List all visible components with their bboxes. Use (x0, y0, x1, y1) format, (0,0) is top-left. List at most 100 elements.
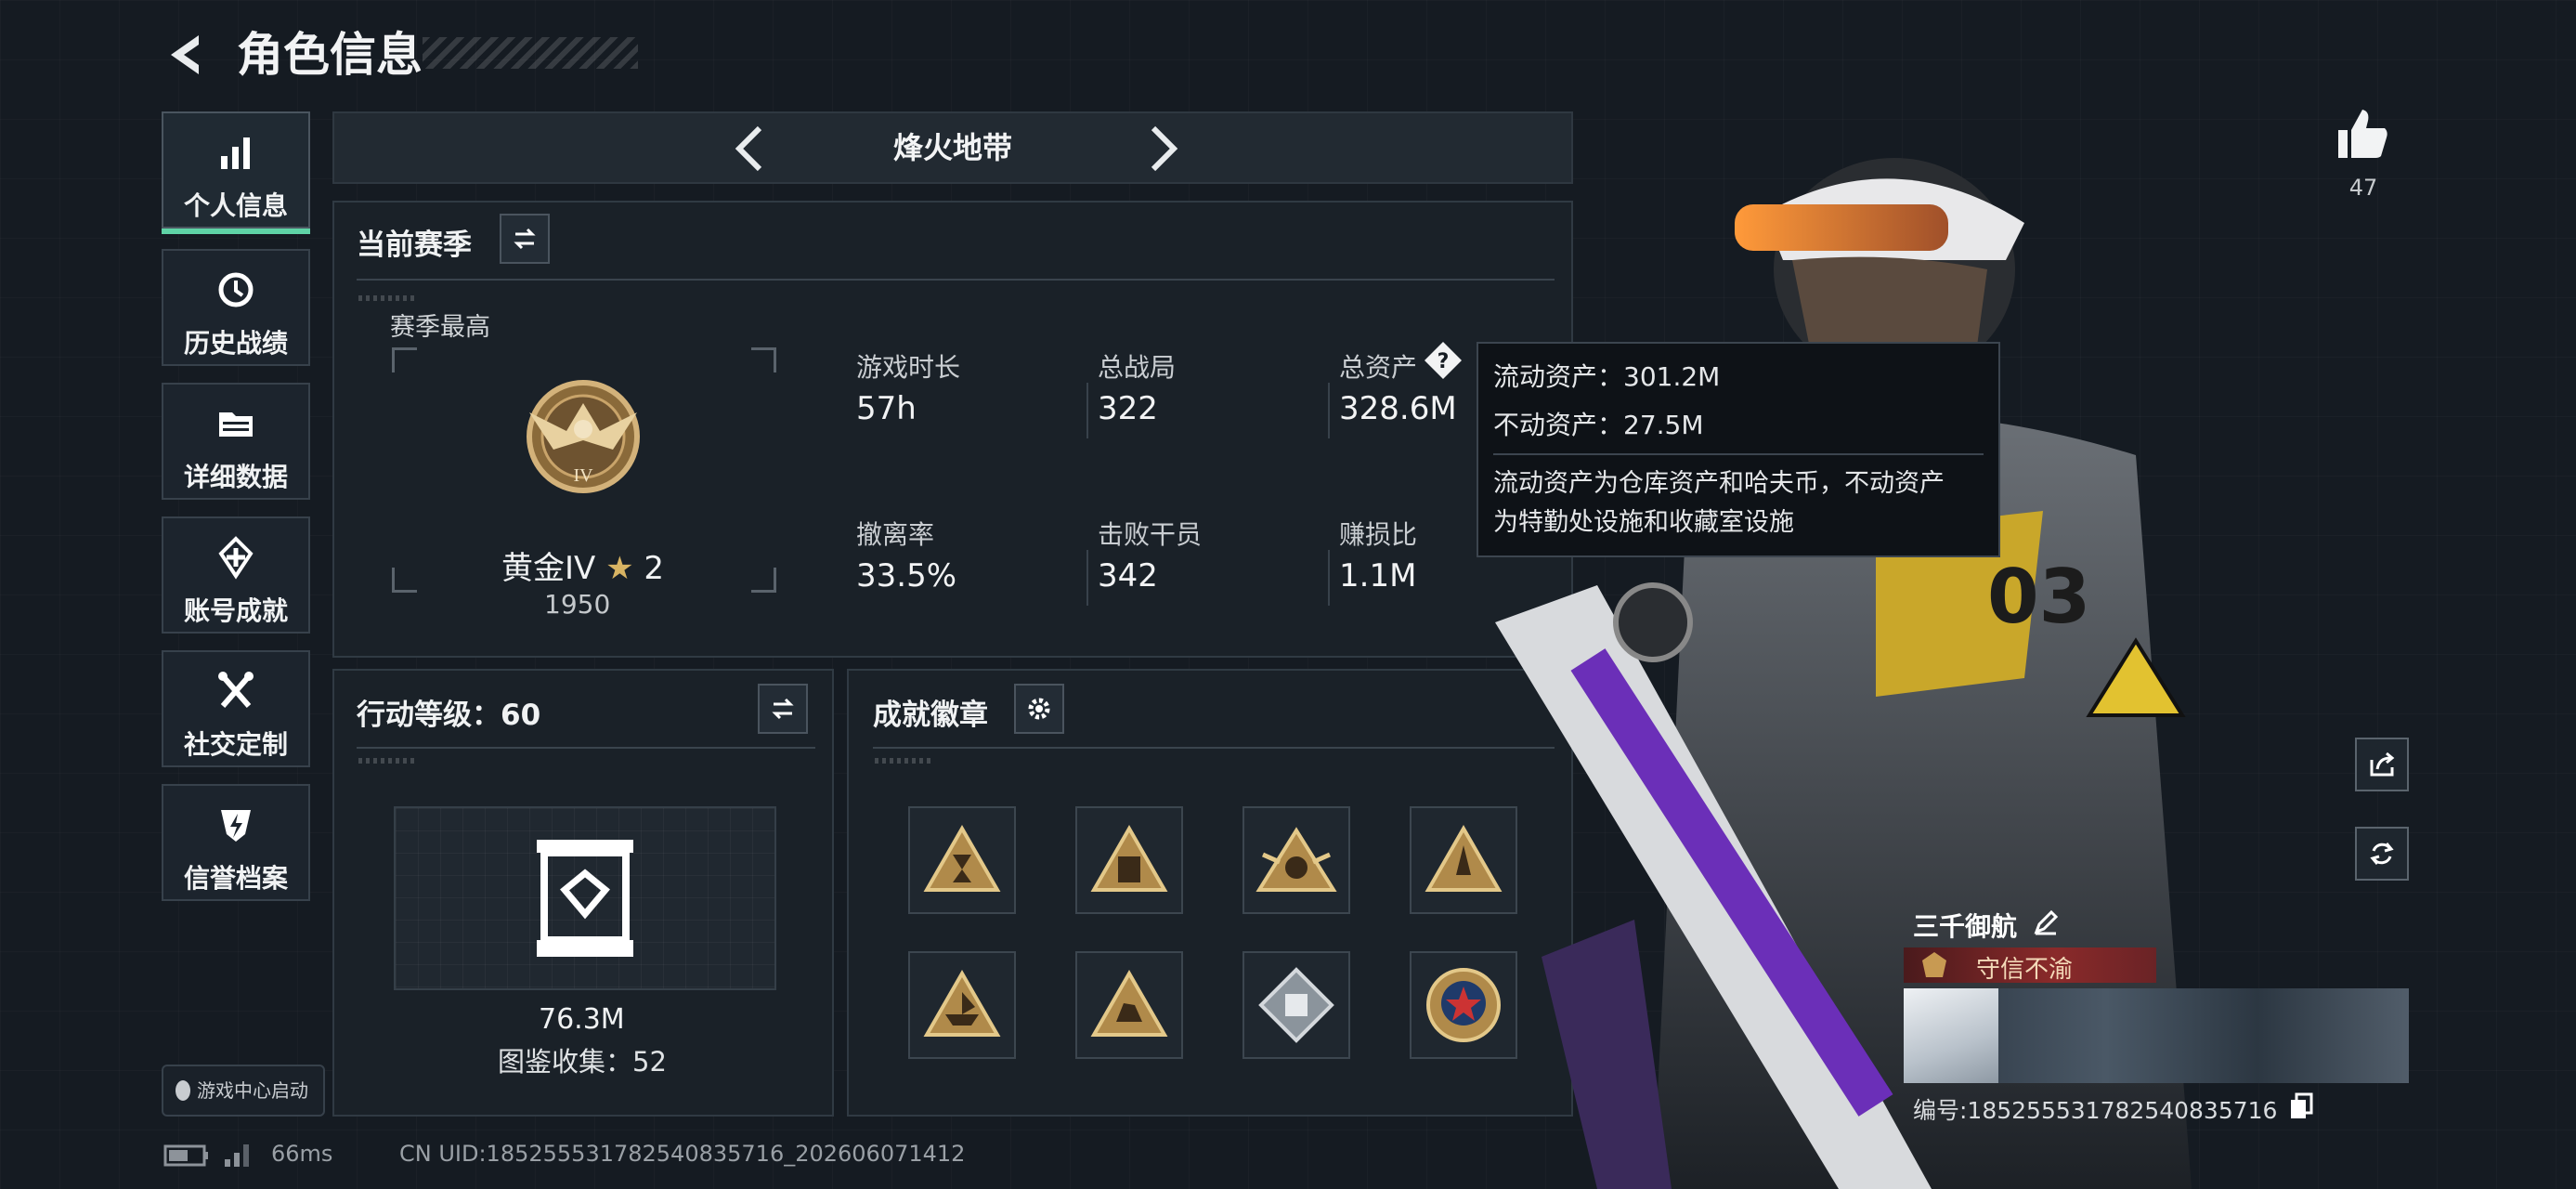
season-title: 当前赛季 (357, 229, 472, 262)
rank-name: 黄金IV (501, 550, 596, 587)
game-center-launch-button[interactable]: 游戏中心启动 (162, 1065, 325, 1117)
signal-icon (225, 1144, 249, 1167)
stat-separator (1328, 550, 1330, 606)
svg-text:?: ? (1438, 350, 1450, 373)
display-case-icon (537, 840, 633, 957)
share-icon (2370, 751, 2395, 777)
badge-diamond-icon (1258, 967, 1334, 1043)
help-icon[interactable]: ? (1423, 340, 1464, 381)
badge-slot[interactable] (908, 951, 1016, 1059)
sidebar-item-label: 社交定制 (183, 729, 288, 760)
tools-icon (218, 672, 254, 708)
star-icon: ★ (605, 550, 634, 587)
stat-label-profit-ratio: 赚损比 (1339, 519, 1418, 550)
sidebar-item-label: 信誉档案 (183, 863, 288, 894)
bar-chart-icon (221, 137, 250, 169)
dots-decoration (358, 758, 414, 764)
chevron-left-icon[interactable] (724, 121, 780, 176)
mode-title: 烽火地带 (892, 130, 1012, 165)
sidebar-item-detail-data[interactable]: 详细数据 (162, 383, 310, 500)
swap-icon (772, 698, 794, 720)
copy-icon[interactable] (2288, 1092, 2314, 1120)
rank-stars: 2 (644, 550, 665, 587)
badge-99-icon (1255, 827, 1337, 892)
mode-selector-bar: 烽火地带 (332, 111, 1573, 184)
thumbs-up-icon[interactable] (2333, 104, 2392, 163)
achievements-settings-button[interactable] (1014, 684, 1064, 734)
svg-text:03: 03 (1987, 554, 2090, 640)
rank-score: 1950 (544, 589, 611, 620)
sidebar-item-label: 账号成就 (183, 595, 288, 626)
action-level-switch-button[interactable] (758, 684, 808, 734)
action-level-title: 行动等级：60 (357, 699, 541, 732)
badge-hourglass-icon (923, 824, 1001, 892)
back-arrow-icon[interactable] (158, 26, 215, 84)
stat-separator (1086, 383, 1088, 438)
action-level-value: 76.3M (539, 1003, 625, 1036)
badge-slot[interactable] (908, 806, 1016, 914)
stat-value-extraction-rate: 33.5% (856, 557, 957, 594)
achievements-title: 成就徽章 (873, 699, 988, 732)
collection-count: 图鉴收集：52 (498, 1046, 667, 1078)
badge-slot[interactable] (1242, 951, 1350, 1059)
sidebar-item-label: 历史战绩 (183, 328, 288, 359)
player-id: 编号:1852555317825408357​16 (1913, 1097, 2278, 1124)
stat-value-operators-defeated: 342 (1098, 557, 1158, 594)
season-switch-button[interactable] (500, 214, 550, 264)
badge-boat-icon (923, 969, 1001, 1037)
avatar[interactable] (1904, 988, 1998, 1083)
shield-bolt-icon (221, 810, 251, 842)
svg-text:IV: IV (573, 465, 593, 486)
tooltip-fixed-assets: 不动资产：27.5M (1493, 410, 1704, 440)
sidebar-item-label: 详细数据 (183, 462, 288, 492)
page-title: 角色信息 (237, 28, 423, 82)
refresh-button[interactable] (2355, 827, 2409, 881)
badge-slot[interactable] (1075, 951, 1183, 1059)
stat-label-playtime: 游戏时长 (856, 352, 961, 383)
gear-icon (1028, 698, 1050, 720)
badge-slot[interactable] (1242, 806, 1350, 914)
swap-icon (514, 228, 536, 250)
gold-rank-emblem-icon: IV (527, 380, 640, 493)
achievement-icon (218, 536, 254, 580)
assets-tooltip: 流动资产：301.2M 不动资产：27.5M 流动资产为仓库资产和哈夫币，不动资… (1477, 342, 2000, 557)
stat-value-total-assets: 328.6M (1339, 390, 1457, 427)
player-title-tag: 守信不渝 (1976, 956, 2074, 984)
game-center-label: 游戏中心启动 (197, 1079, 308, 1102)
title-decoration (423, 37, 638, 69)
edit-pencil-icon[interactable] (2032, 908, 2060, 936)
title-emblem-icon (1922, 952, 1946, 977)
action-level-divider (357, 747, 815, 749)
tooltip-divider (1493, 453, 1984, 455)
player-name: 三千御航 (1913, 911, 2018, 942)
stat-label-operators-defeated: 击败干员 (1098, 519, 1203, 550)
tooltip-liquid-assets: 流动资产：301.2M (1493, 361, 1721, 392)
chevron-right-icon[interactable] (1133, 121, 1189, 176)
folder-icon (219, 412, 253, 437)
achievements-divider (873, 747, 1555, 749)
sidebar-item-social[interactable]: 社交定制 (162, 650, 310, 767)
sidebar-item-reputation[interactable]: 信誉档案 (162, 784, 310, 901)
refresh-icon (2370, 843, 2394, 865)
sidebar-item-personal-info[interactable]: 个人信息 (162, 111, 310, 234)
season-divider (357, 279, 1555, 281)
like-count: 47 (2348, 175, 2378, 201)
penguin-icon (176, 1080, 190, 1101)
tooltip-desc-line1: 流动资产为仓库资产和哈夫币，不动资产 (1493, 469, 1945, 498)
dots-decoration (358, 295, 414, 301)
sidebar-item-achievements[interactable]: 账号成就 (162, 516, 310, 634)
stat-label-extraction-rate: 撤离率 (856, 519, 935, 550)
stat-separator (1086, 550, 1088, 606)
history-icon (218, 272, 254, 307)
stat-separator (1328, 383, 1330, 438)
badge-58-icon (1090, 824, 1168, 892)
sidebar-item-history[interactable]: 历史战绩 (162, 249, 310, 366)
share-button[interactable] (2355, 738, 2409, 791)
sidebar-item-label: 个人信息 (183, 190, 288, 221)
stat-label-total-matches: 总战局 (1098, 352, 1177, 383)
tooltip-desc-line2: 为特勤处设施和收藏室设施 (1493, 508, 1794, 537)
badge-slot[interactable] (1075, 806, 1183, 914)
stat-label-total-assets: 总资产 (1339, 352, 1418, 383)
stat-value-profit-ratio: 1.1M (1339, 557, 1417, 594)
ping-value: 66ms (271, 1141, 333, 1167)
